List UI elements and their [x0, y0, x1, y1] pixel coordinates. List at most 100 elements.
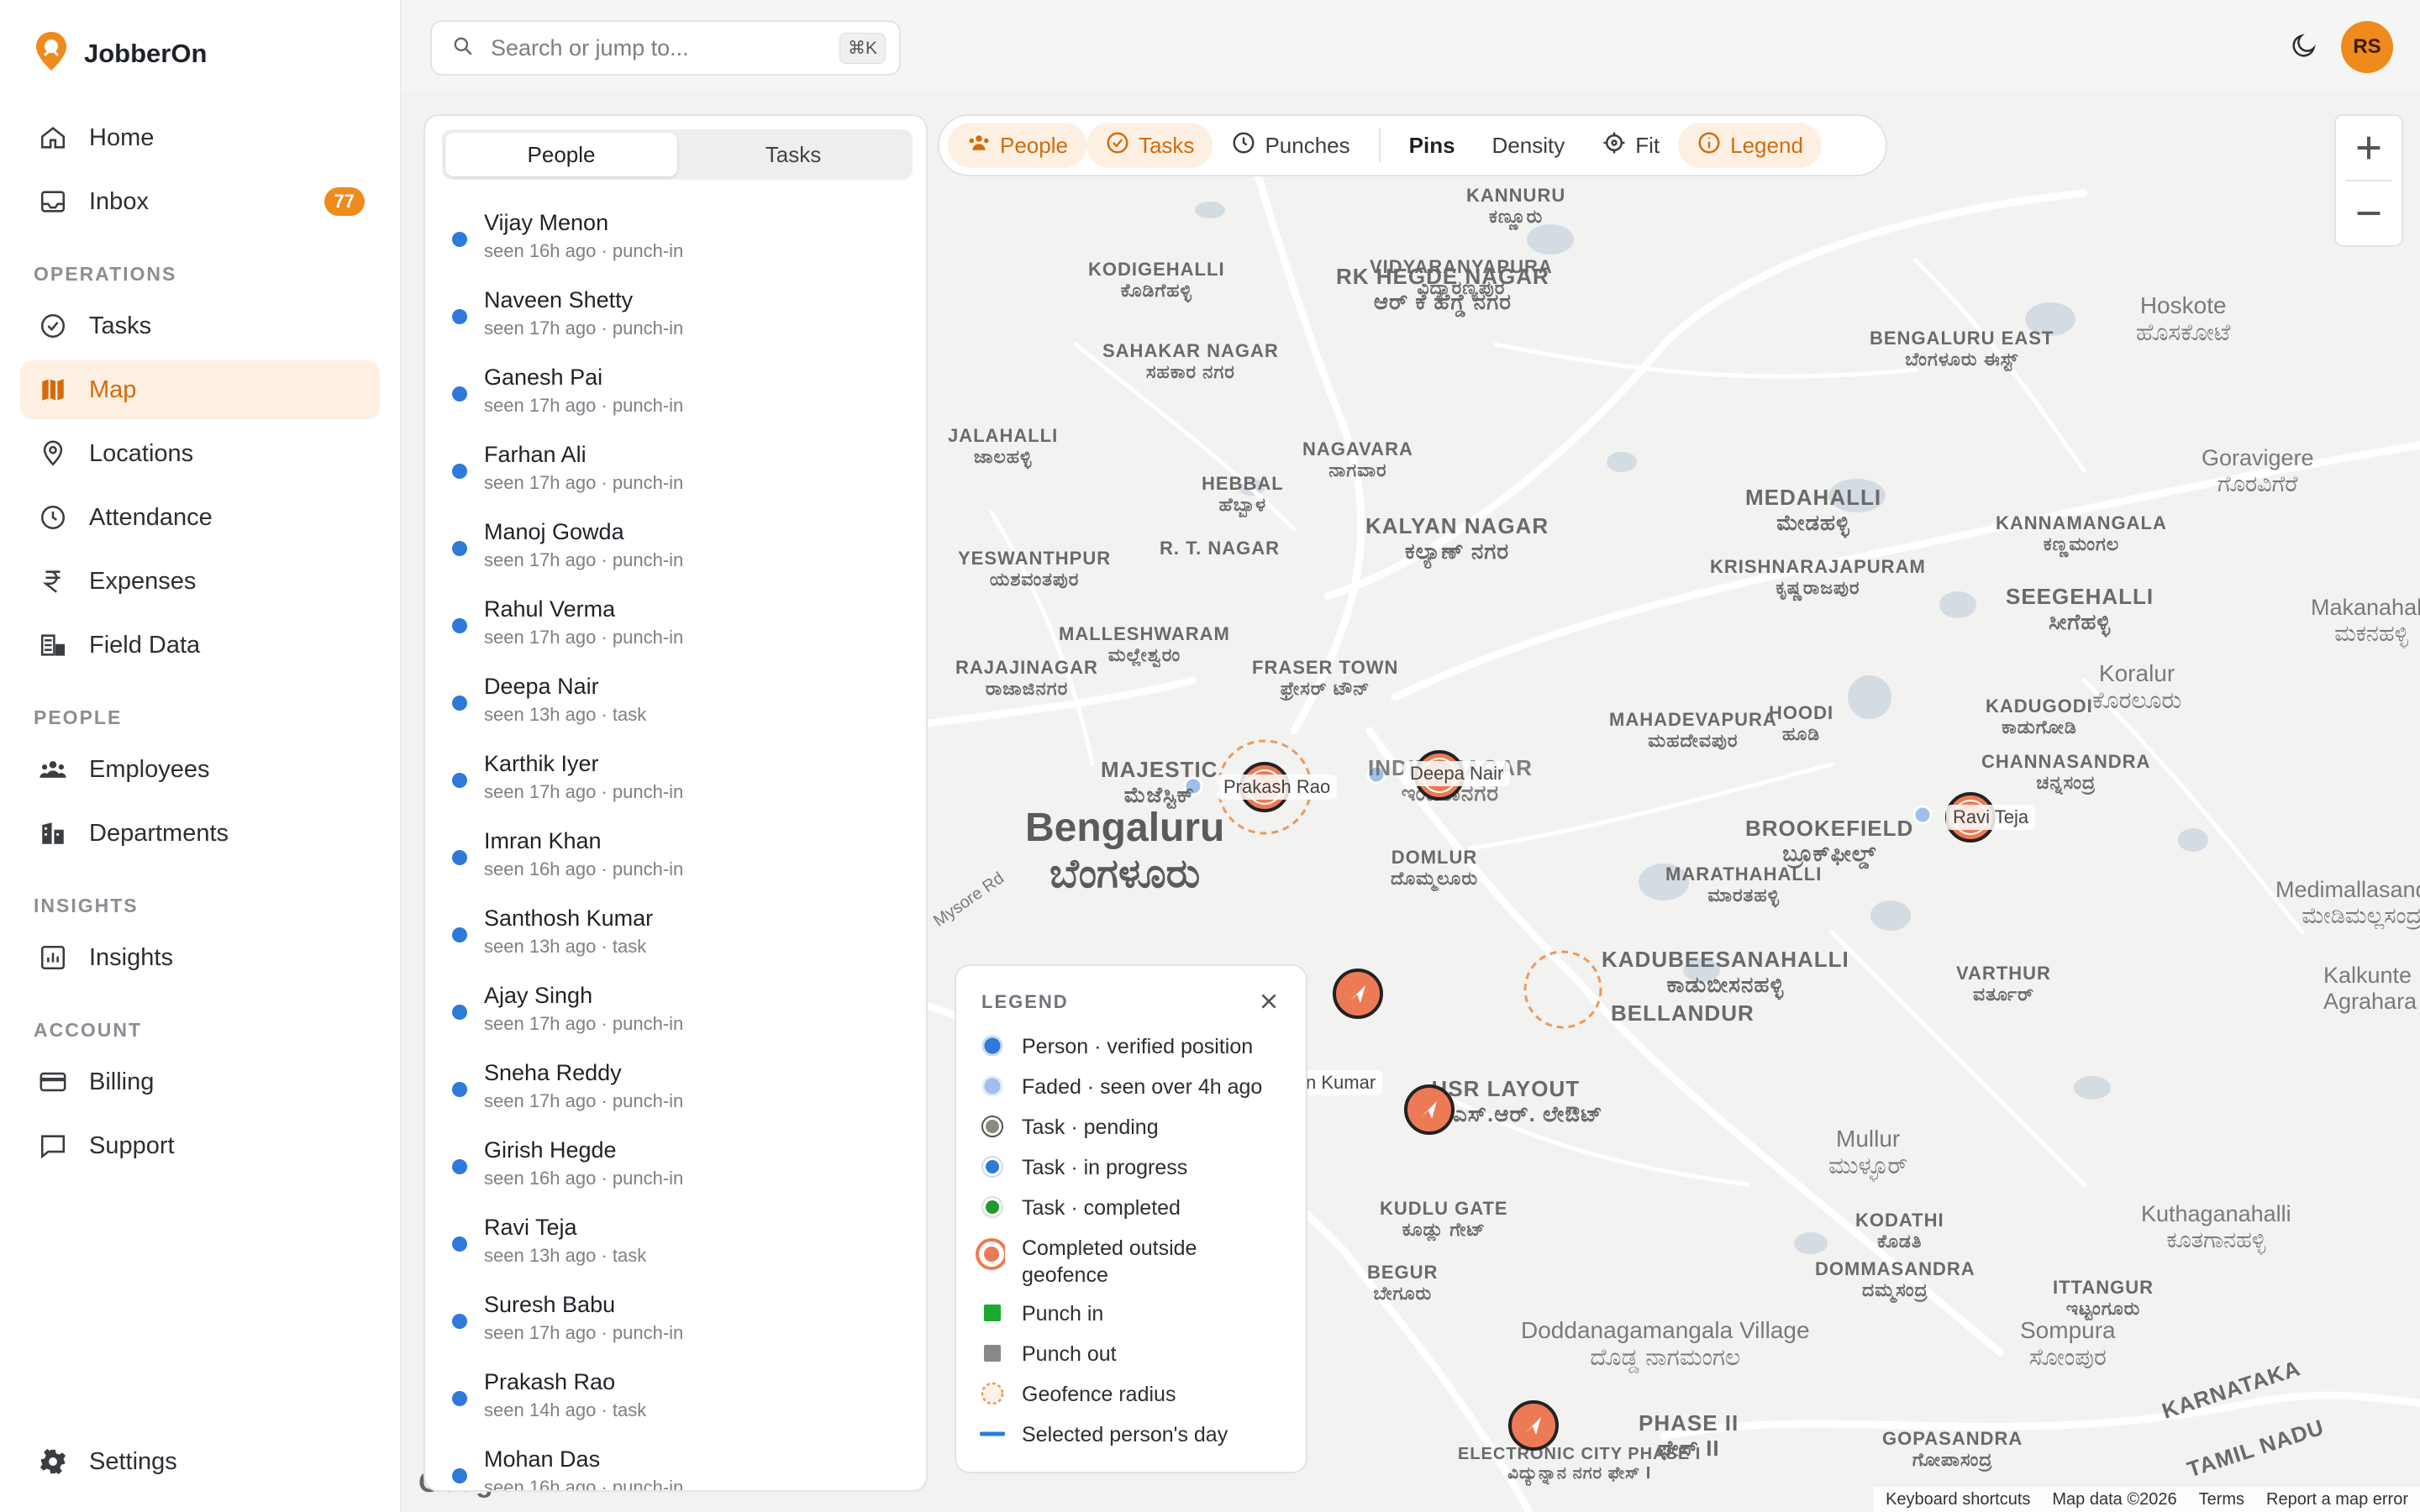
- person-name: Ajay Singh: [484, 983, 593, 1008]
- toolbar-label: People: [1000, 132, 1068, 158]
- list-item[interactable]: Farhan Ali seen 17h ago · punch-in: [425, 435, 926, 512]
- map-label: Doddanagamangala Village ದೊಡ್ಡ ನಾಗಮಂಗಲ: [1521, 1317, 1810, 1371]
- nav-item-settings[interactable]: Settings: [20, 1432, 380, 1491]
- legend-symbol: [980, 1154, 1005, 1179]
- search-input[interactable]: [489, 34, 839, 62]
- list-item[interactable]: Deepa Nair seen 13h ago · task: [425, 667, 926, 744]
- person-status: seen 17h ago · punch-in: [484, 1013, 684, 1034]
- legend-label: Punch in: [1022, 1302, 1104, 1326]
- nav-item-attendance[interactable]: Attendance: [20, 488, 380, 547]
- view-density-button[interactable]: Density: [1474, 123, 1584, 168]
- list-item[interactable]: Naveen Shetty seen 17h ago · punch-in: [425, 281, 926, 358]
- list-item[interactable]: Imran Khan seen 16h ago · punch-in: [425, 822, 926, 899]
- map-label: GOPASANDRA ಗೋಪಾಸಂದ್ರ: [1882, 1428, 2023, 1471]
- toggle-people-button[interactable]: People: [948, 123, 1086, 168]
- avatar[interactable]: RS: [2341, 21, 2393, 73]
- status-dot: [452, 927, 467, 942]
- legend-item: Task · pending: [980, 1114, 1291, 1141]
- person-name: Vijay Menon: [484, 210, 609, 235]
- navigation-pin-icon[interactable]: [1400, 1080, 1459, 1139]
- toggle-tasks-button[interactable]: Tasks: [1086, 123, 1213, 168]
- list-item[interactable]: Suresh Babu seen 17h ago · punch-in: [425, 1285, 926, 1362]
- list-item[interactable]: Santhosh Kumar seen 13h ago · task: [425, 899, 926, 976]
- theme-toggle-button[interactable]: [2286, 29, 2323, 66]
- nav-item-insights[interactable]: Insights: [20, 928, 380, 987]
- toolbar-label: Fit: [1635, 132, 1660, 158]
- status-dot: [452, 1236, 467, 1252]
- nav-item-home[interactable]: Home: [20, 108, 380, 167]
- nav-label: Field Data: [89, 631, 201, 659]
- info-icon: [1697, 130, 1722, 161]
- search-bar[interactable]: ⌘K: [430, 20, 901, 76]
- nav-label: Departments: [89, 819, 229, 847]
- section-label-insights: INSIGHTS: [34, 895, 139, 916]
- map-data-credit: Map data ©2026: [2052, 1489, 2177, 1509]
- navigation-pin-icon[interactable]: [1504, 1396, 1563, 1455]
- map-label: R. T. NAGAR: [1160, 538, 1280, 559]
- tab-people[interactable]: People: [445, 133, 677, 176]
- brand[interactable]: JobberOn: [34, 30, 207, 76]
- toggle-punches-button[interactable]: Punches: [1213, 123, 1368, 168]
- users-icon: [966, 130, 992, 161]
- section-label-account: ACCOUNT: [34, 1019, 142, 1041]
- map-label: DOMMASANDRA ದಮ್ಮಸಂದ್ರ: [1815, 1258, 1975, 1301]
- navigation-pin-icon[interactable]: [1328, 964, 1387, 1023]
- person-name: Prakash Rao: [484, 1369, 616, 1394]
- nav-item-billing[interactable]: Billing: [20, 1053, 380, 1111]
- list-item[interactable]: Ajay Singh seen 17h ago · punch-in: [425, 976, 926, 1053]
- nav-label: Locations: [89, 439, 194, 467]
- legend-symbol: [980, 1381, 1005, 1406]
- legend-symbol: [980, 1421, 1005, 1446]
- pin-label-prakash-rao: Prakash Rao: [1217, 774, 1338, 800]
- status-dot: [452, 1314, 467, 1329]
- person-name: Ravi Teja: [484, 1215, 577, 1240]
- zoom-out-button[interactable]: [2336, 181, 2402, 245]
- list-item[interactable]: Girish Hegde seen 16h ago · punch-in: [425, 1131, 926, 1208]
- list-item[interactable]: Karthik Iyer seen 17h ago · punch-in: [425, 744, 926, 822]
- nav-item-expenses[interactable]: Expenses: [20, 552, 380, 611]
- legend-item: Punch in: [980, 1300, 1291, 1327]
- view-pins-button[interactable]: Pins: [1391, 123, 1474, 168]
- nav-item-inbox[interactable]: Inbox 77: [20, 172, 380, 231]
- person-status: seen 17h ago · punch-in: [484, 395, 684, 416]
- legend-close-button[interactable]: [1250, 984, 1287, 1021]
- sidebar: JobberOn Home Inbox 77 OPERATIONS Tasks …: [0, 0, 402, 1512]
- toggle-legend-button[interactable]: Legend: [1678, 123, 1822, 168]
- list-item[interactable]: Vijay Menon seen 16h ago · punch-in: [425, 203, 926, 281]
- list-item[interactable]: Manoj Gowda seen 17h ago · punch-in: [425, 512, 926, 590]
- nav-label: Expenses: [89, 567, 197, 595]
- section-label-people: PEOPLE: [34, 706, 123, 728]
- person-name: Rahul Verma: [484, 596, 616, 622]
- nav-item-locations[interactable]: Locations: [20, 424, 380, 483]
- person-name: Suresh Babu: [484, 1292, 616, 1317]
- nav-label: Inbox: [89, 187, 149, 215]
- person-status: seen 16h ago · punch-in: [484, 1477, 684, 1492]
- fit-bounds-button[interactable]: Fit: [1583, 123, 1678, 168]
- map-label: FRASER TOWN ಫ್ರೇಸರ್ ಟೌನ್: [1252, 657, 1399, 700]
- nav-item-tasks[interactable]: Tasks: [20, 297, 380, 355]
- list-item[interactable]: Ravi Teja seen 13h ago · task: [425, 1208, 926, 1285]
- rupee-icon: [35, 564, 71, 599]
- list-item[interactable]: Rahul Verma seen 17h ago · punch-in: [425, 590, 926, 667]
- nav-label: Tasks: [89, 312, 152, 339]
- map-label: KADUGODI ಕಾಡುಗೋಡಿ: [1986, 696, 2093, 738]
- list-item[interactable]: Sneha Reddy seen 17h ago · punch-in: [425, 1053, 926, 1131]
- status-dot: [452, 696, 467, 711]
- report-map-error-link[interactable]: Report a map error: [2266, 1490, 2408, 1509]
- nav-item-field-data[interactable]: Field Data: [20, 616, 380, 675]
- zoom-in-button[interactable]: [2336, 116, 2402, 180]
- terms-link[interactable]: Terms: [2199, 1490, 2244, 1509]
- nav-label: Map: [89, 375, 137, 403]
- nav-label: Home: [89, 123, 155, 151]
- tab-tasks[interactable]: Tasks: [677, 133, 909, 176]
- list-item[interactable]: Ganesh Pai seen 17h ago · punch-in: [425, 358, 926, 435]
- nav-item-departments[interactable]: Departments: [20, 804, 380, 863]
- legend-label: Punch out: [1022, 1342, 1117, 1366]
- keyboard-shortcuts-link[interactable]: Keyboard shortcuts: [1886, 1490, 2030, 1509]
- list-item[interactable]: Mohan Das seen 16h ago · punch-in: [425, 1440, 926, 1492]
- legend-symbol: [976, 1238, 1005, 1270]
- list-item[interactable]: Prakash Rao seen 14h ago · task: [425, 1362, 926, 1440]
- nav-item-map[interactable]: Map: [20, 360, 380, 419]
- nav-item-employees[interactable]: Employees: [20, 740, 380, 799]
- nav-item-support[interactable]: Support: [20, 1116, 380, 1175]
